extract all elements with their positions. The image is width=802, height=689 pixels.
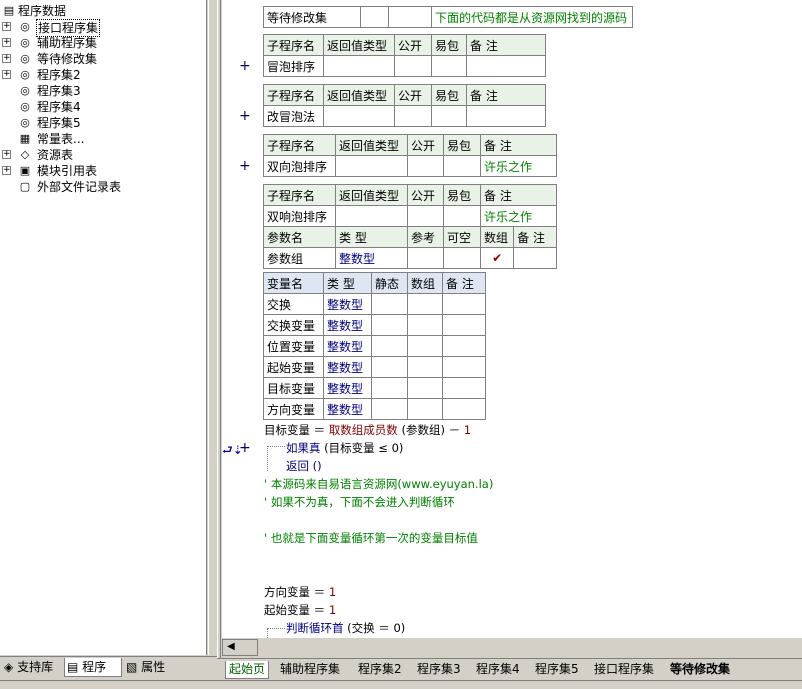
code-line[interactable]: 判断循环首 (交换 ＝ 0) (286, 620, 405, 636)
expand-sub-icon[interactable]: + (239, 109, 251, 123)
module-icon: ◎ (20, 36, 30, 49)
expand-icon[interactable]: + (2, 150, 11, 159)
tab-pending-set[interactable]: 等待修改集 (667, 661, 733, 679)
table-row[interactable]: 交换 整数型 (263, 293, 486, 315)
code-line[interactable]: 方向变量 ＝ 1 (264, 584, 336, 600)
left-panel-tabs: ◈ 支持库 ▤ 程序 ▧ 属性 (0, 656, 217, 678)
code-line[interactable]: 起始变量 ＝ 1 (264, 602, 336, 618)
support-lib-icon: ◈ (4, 660, 14, 674)
tab-helper-set[interactable]: 辅助程序集 (277, 661, 343, 679)
code-line[interactable]: 如果真 (目标变量 ≤ 0) (286, 440, 403, 456)
tab-set4[interactable]: 程序集4 (473, 661, 523, 679)
table-row[interactable]: 目标变量 整数型 (263, 377, 486, 399)
tab-support-lib[interactable]: ◈ 支持库 (2, 658, 62, 677)
resources-icon: ◇ (20, 148, 30, 161)
module-icon: ◎ (20, 100, 30, 113)
constants-icon: ▦ (19, 132, 31, 145)
properties-icon: ▧ (126, 660, 138, 674)
module-icon: ◎ (20, 52, 30, 65)
tab-program[interactable]: ▤ 程序 (64, 658, 122, 677)
project-tree-panel: ▤ 程序数据 + ◎ 接口程序集 + ◎ 辅助程序集 + ◎ 等待修改集 + ◎… (0, 0, 207, 655)
expand-icon[interactable]: + (2, 54, 11, 63)
flow-line (267, 446, 285, 471)
table-row[interactable]: 方向变量 整数型 (263, 398, 486, 420)
sub-table-bubble: 子程序名 返回值类型 公开 易包 备 注 冒泡排序 (263, 34, 546, 77)
module-icon: ◎ (20, 20, 30, 33)
code-line[interactable]: 目标变量 ＝ 取数组成员数 (参数组) － 1 (264, 422, 471, 438)
table-row[interactable]: 交换变量 整数型 (263, 314, 486, 336)
tab-properties[interactable]: ▧ 属性 (124, 658, 180, 677)
expand-icon[interactable]: + (2, 70, 11, 79)
tab-start-page[interactable]: 起始页 (225, 661, 270, 679)
program-data-icon: ▤ (3, 4, 15, 17)
code-comment[interactable]: ' 本源码来自易语言资源网(www.eyuyan.la) (264, 476, 493, 492)
expand-icon[interactable]: + (2, 22, 11, 31)
app-window: ▤ 程序数据 + ◎ 接口程序集 + ◎ 辅助程序集 + ◎ 等待修改集 + ◎… (0, 0, 802, 689)
code-comment[interactable]: ' 也就是下面变量循环第一次的变量目标值 (264, 530, 478, 546)
panel-splitter[interactable] (217, 0, 221, 678)
tree-scrollbar[interactable] (208, 0, 217, 655)
expand-icon[interactable]: + (2, 38, 11, 47)
tab-set5[interactable]: 程序集5 (532, 661, 582, 679)
code-comment[interactable]: ' 如果不为真，下面不会进入判断循环 (264, 494, 455, 510)
table-row[interactable]: 起始变量 整数型 (263, 356, 486, 378)
program-icon: ▤ (67, 660, 79, 674)
editor-gutter: + + + ⮐⇣ + (222, 0, 260, 638)
tab-interface-set[interactable]: 接口程序集 (591, 661, 657, 679)
expand-flow-icon[interactable]: + (239, 441, 251, 455)
variable-table: 变量名 类 型 静态 数组 备 注 交换 整数型 交换变量 整数型 位置变量 整数型 … (263, 272, 486, 420)
editor-tabs: 起始页 辅助程序集 程序集2 程序集3 程序集4 程序集5 接口程序集 等待修改… (217, 658, 802, 680)
module-icon: ◎ (20, 84, 30, 97)
tab-set2[interactable]: 程序集2 (355, 661, 405, 679)
module-icon: ◎ (20, 68, 30, 81)
tab-set3[interactable]: 程序集3 (414, 661, 464, 679)
module-ref-icon: ▣ (19, 164, 31, 177)
expand-sub-icon[interactable]: + (239, 59, 251, 73)
code-editor[interactable]: + + + ⮐⇣ + 等待修改集 下面的代码都是从资源网找到的源码 子程序名 返… (222, 0, 802, 638)
array-check-icon[interactable]: ✔ (479, 247, 515, 269)
expand-icon[interactable]: + (2, 166, 11, 175)
sub-table-improved: 子程序名 返回值类型 公开 易包 备 注 改冒泡法 (263, 84, 546, 127)
sub-table-bidirectional-2: 子程序名 返回值类型 公开 易包 备 注 双响泡排序 许乐之作 参数名 类 型 … (263, 184, 557, 269)
sub-table-bidirectional: 子程序名 返回值类型 公开 易包 备 注 双向泡排序 许乐之作 (263, 134, 557, 177)
pending-set-header: 等待修改集 下面的代码都是从资源网找到的源码 (263, 6, 633, 28)
flow-line (267, 628, 285, 638)
table-row[interactable]: 位置变量 整数型 (263, 335, 486, 357)
file-list-icon: ▢ (19, 180, 31, 193)
expand-sub-icon[interactable]: + (239, 159, 251, 173)
code-line[interactable]: 返回 () (286, 458, 322, 474)
module-icon: ◎ (20, 116, 30, 129)
horizontal-scrollbar[interactable]: ◀ (222, 639, 258, 656)
scroll-left-icon[interactable]: ◀ (227, 641, 235, 652)
status-bar (0, 680, 802, 689)
